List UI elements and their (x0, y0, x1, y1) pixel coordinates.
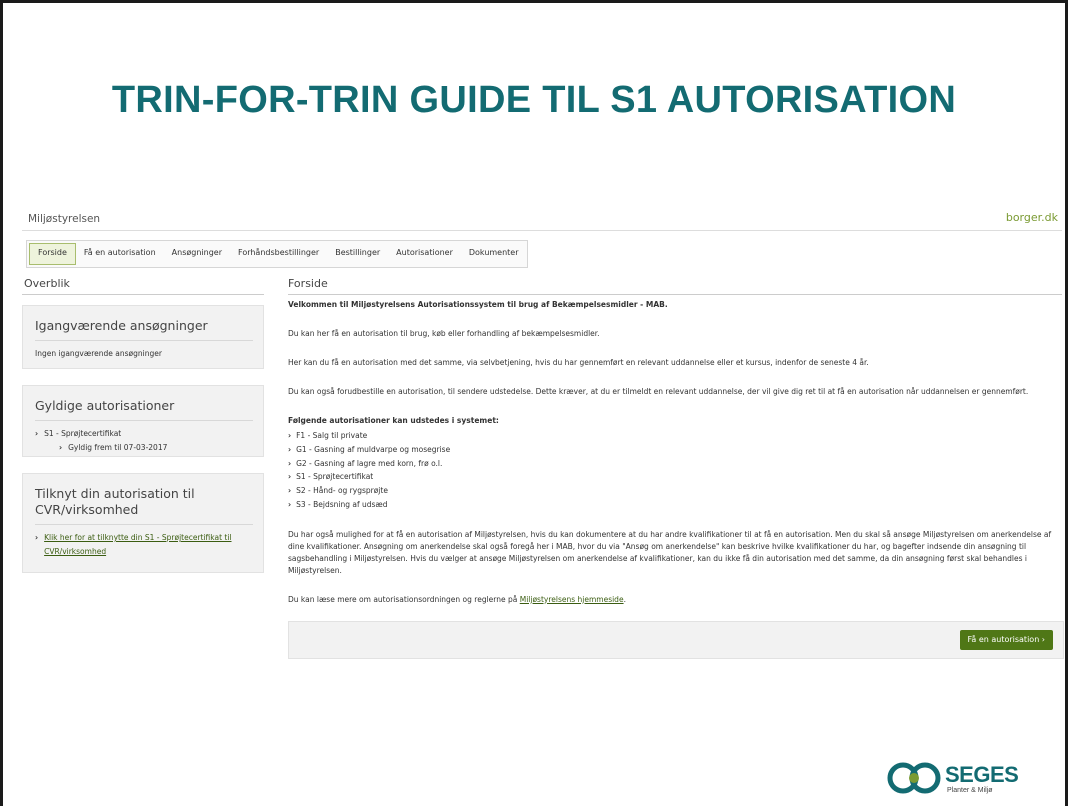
pending-text: Ingen igangværende ansøgninger (35, 349, 162, 358)
read-more-paragraph: Du kan læse mere om autorisationsordning… (288, 594, 626, 604)
valid-item[interactable]: › S1 - Sprøjtecertifikat (35, 427, 253, 441)
slide-title: TRIN-FOR-TRIN GUIDE TIL S1 AUTORISATION (111, 79, 957, 121)
seges-logo: SEGES Planter & Miljø (887, 760, 1027, 800)
main-nav: Forside Få en autorisation Ansøgninger F… (26, 240, 528, 268)
seges-wordmark: SEGES (945, 762, 1019, 787)
nav-item-dokumenter[interactable]: Dokumenter (461, 241, 527, 267)
get-authorisation-button[interactable]: Få en autorisation › (959, 630, 1053, 650)
pending-applications-box: Igangværende ansøgninger Ingen igangvære… (22, 305, 264, 369)
chevron-right-icon: › (288, 444, 292, 454)
chevron-right-icon: › (59, 443, 63, 452)
chevron-right-icon: › (35, 533, 39, 542)
ministry-website-link[interactable]: Miljøstyrelsens hjemmeside (520, 595, 624, 604)
list-item-label: G1 - Gasning af muldvarpe og mosegrise (296, 444, 451, 454)
valid-item-label: S1 - Sprøjtecertifikat (44, 429, 122, 438)
list-item: › S2 - Hånd- og rygsprøjte (288, 484, 1062, 498)
list-item-label: S1 - Sprøjtecertifikat (296, 472, 374, 482)
list-item: › S3 - Bejdsning af udsæd (288, 498, 1062, 512)
nav-item-forhaandsbestillinger[interactable]: Forhåndsbestillinger (230, 241, 327, 267)
chevron-right-icon: › (288, 458, 292, 468)
recognition-paragraph: Du har også mulighed for at få en autori… (288, 529, 1052, 575)
list-item-label: F1 - Salg til private (296, 431, 368, 440)
main-heading: Forside (288, 277, 1062, 295)
seges-emblem-icon (887, 762, 941, 794)
action-bar: Få en autorisation › (288, 621, 1064, 659)
valid-subitem: › Gyldig frem til 07-03-2017 (35, 441, 253, 455)
list-item: › S1 - Sprøjtecertifikat (288, 470, 1062, 484)
site-name[interactable]: Miljøstyrelsen (28, 213, 100, 225)
pending-title: Igangværende ansøgninger (35, 314, 253, 341)
chevron-right-icon: › (288, 499, 292, 509)
sidebar: Overblik Igangværende ansøgninger Ingen … (22, 277, 264, 573)
intro-paragraph-1: Du kan her få en autorisation til brug, … (288, 329, 600, 338)
list-item: › F1 - Salg til private (288, 429, 1062, 443)
slide: TRIN-FOR-TRIN GUIDE TIL S1 AUTORISATION … (0, 0, 1068, 806)
chevron-right-icon: › (288, 472, 292, 482)
borger-dk-logo[interactable]: borger.dk (1006, 211, 1058, 224)
list-item: › G1 - Gasning af muldvarpe og mosegrise (288, 443, 1062, 457)
valid-authorisations-box: Gyldige autorisationer › S1 - Sprøjtecert… (22, 385, 264, 457)
link-cvr-link[interactable]: Klik her for at tilknytte din S1 - Sprøj… (44, 531, 253, 559)
welcome-text: Velkommen til Miljøstyrelsens Autorisati… (288, 300, 668, 309)
valid-subitem-label: Gyldig frem til 07-03-2017 (68, 443, 168, 452)
chevron-right-icon: › (288, 431, 292, 440)
main-content: Forside Velkommen til Miljøstyrelsens Au… (288, 277, 1062, 623)
nav-item-autorisationer[interactable]: Autorisationer (388, 241, 461, 267)
intro-paragraph-2: Her kan du få en autorisation med det sa… (288, 358, 869, 367)
nav-item-bestillinger[interactable]: Bestillinger (327, 241, 388, 267)
chevron-right-icon: › (35, 429, 39, 438)
seges-subtitle: Planter & Miljø (947, 787, 993, 794)
list-heading: Følgende autorisationer kan udstedes i s… (288, 416, 499, 425)
nav-item-forside[interactable]: Forside (29, 243, 76, 265)
link-cvr-title: Tilknyt din autorisation til CVR/virksom… (35, 482, 253, 525)
link-cvr-box: Tilknyt din autorisation til CVR/virksom… (22, 473, 264, 573)
chevron-right-icon: › (288, 486, 292, 496)
website-screenshot: Miljøstyrelsen borger.dk Forside Få en a… (22, 201, 1064, 671)
list-item-label: S3 - Bejdsning af udsæd (296, 499, 388, 509)
nav-item-faa-autorisation[interactable]: Få en autorisation (76, 241, 164, 267)
sidebar-heading: Overblik (22, 277, 264, 295)
list-item-label: G2 - Gasning af lagre med korn, frø o.l. (296, 458, 443, 468)
header-divider (22, 230, 1062, 231)
authorisation-list: › F1 - Salg til private › G1 - Gasning af … (288, 429, 1062, 512)
list-item: › G2 - Gasning af lagre med korn, frø o.l… (288, 457, 1062, 471)
intro-paragraph-3: Du kan også forudbestille en autorisatio… (288, 387, 1029, 396)
nav-item-ansoegninger[interactable]: Ansøgninger (164, 241, 230, 267)
list-item-label: S2 - Hånd- og rygsprøjte (296, 486, 388, 496)
valid-title: Gyldige autorisationer (35, 394, 253, 421)
